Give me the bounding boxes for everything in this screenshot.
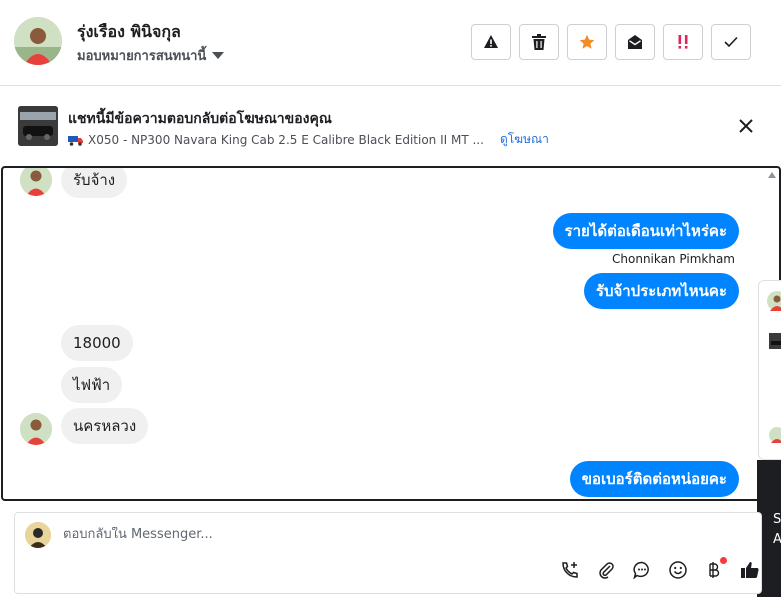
ad-thumbnail <box>769 333 781 349</box>
avatar <box>767 291 781 311</box>
reply-input[interactable] <box>63 527 663 542</box>
caret-down-icon <box>212 52 225 59</box>
ad-banner-title: แชทนี้มีข้อความตอบกลับต่อโฆษณาของคุณ <box>68 111 332 127</box>
envelope-open-icon <box>628 35 642 49</box>
saved-replies-button[interactable] <box>631 559 653 581</box>
mark-important-button[interactable] <box>663 24 703 60</box>
assign-conversation-dropdown[interactable]: มอบหมายการสนทนานี้ <box>77 45 225 66</box>
star-button[interactable] <box>567 24 607 60</box>
add-call-button[interactable] <box>559 559 581 581</box>
trash-icon <box>532 34 546 50</box>
star-icon <box>579 34 595 49</box>
avatar <box>769 427 781 443</box>
send-like-button[interactable] <box>739 559 761 581</box>
ad-thumbnail[interactable] <box>18 106 58 146</box>
close-icon[interactable] <box>739 119 753 133</box>
sender-name: Chonnikan Pimkham <box>612 252 735 266</box>
smiley-icon <box>669 561 687 579</box>
thumbs-up-icon <box>741 562 759 578</box>
message-bubble-incoming[interactable]: 18000 <box>61 325 133 361</box>
warning-icon <box>484 35 498 48</box>
phone-plus-icon <box>562 562 578 578</box>
contact-avatar-small <box>20 168 52 196</box>
side-peek-text: A <box>773 532 781 547</box>
ad-name: X050 - NP300 Navara King Cab 2.5 E Calib… <box>88 132 484 147</box>
notification-dot <box>720 557 727 564</box>
side-peek-text: S <box>773 512 781 527</box>
contact-name: รุ่งเรือง พินิจกุล <box>77 22 181 41</box>
composer-toolbar <box>559 557 761 581</box>
message-thread[interactable]: รับจ้าง รายได้ต่อเดือนเท่าไหร่คะ Chonnik… <box>1 166 781 501</box>
message-bubble-outgoing[interactable]: รายได้ต่อเดือนเท่าไหร่คะ <box>552 213 739 249</box>
attach-button[interactable] <box>595 559 617 581</box>
truck-icon <box>68 135 83 146</box>
side-popup-panel[interactable] <box>758 280 781 460</box>
assign-label: มอบหมายการสนทนานี้ <box>77 49 207 64</box>
mark-done-button[interactable] <box>711 24 751 60</box>
view-ad-link[interactable]: ดูโฆษณา <box>500 130 549 149</box>
emoji-button[interactable] <box>667 559 689 581</box>
message-bubble-outgoing[interactable]: รับจ้าประเภทไหนคะ <box>583 273 739 309</box>
mark-spam-button[interactable] <box>471 24 511 60</box>
mark-unread-button[interactable] <box>615 24 655 60</box>
ad-details: X050 - NP300 Navara King Cab 2.5 E Calib… <box>68 130 549 149</box>
check-icon <box>724 36 738 48</box>
scroll-up-arrow-icon[interactable] <box>768 172 776 178</box>
baht-icon <box>709 562 720 578</box>
contact-avatar-small <box>20 413 52 445</box>
contact-avatar[interactable] <box>14 17 62 65</box>
ad-reply-banner: แชทนี้มีข้อความตอบกลับต่อโฆษณาของคุณ X05… <box>0 87 781 165</box>
exclamation-icon <box>678 35 688 49</box>
conversation-actions <box>471 24 751 60</box>
reply-composer <box>14 512 762 594</box>
page-avatar <box>25 522 51 548</box>
chat-bubble-icon <box>633 561 649 580</box>
message-bubble-incoming[interactable]: รับจ้าง <box>61 168 128 198</box>
message-bubble-outgoing[interactable]: ขอเบอร์ติดต่อหน่อยคะ <box>569 461 739 497</box>
message-bubble-incoming[interactable]: นครหลวง <box>61 408 149 444</box>
message-bubble-incoming[interactable]: ไฟฟ้า <box>61 367 123 403</box>
payment-button[interactable] <box>703 557 727 581</box>
conversation-header: รุ่งเรือง พินิจกุล มอบหมายการสนทนานี้ <box>0 0 781 86</box>
paperclip-icon <box>599 562 614 579</box>
delete-button[interactable] <box>519 24 559 60</box>
